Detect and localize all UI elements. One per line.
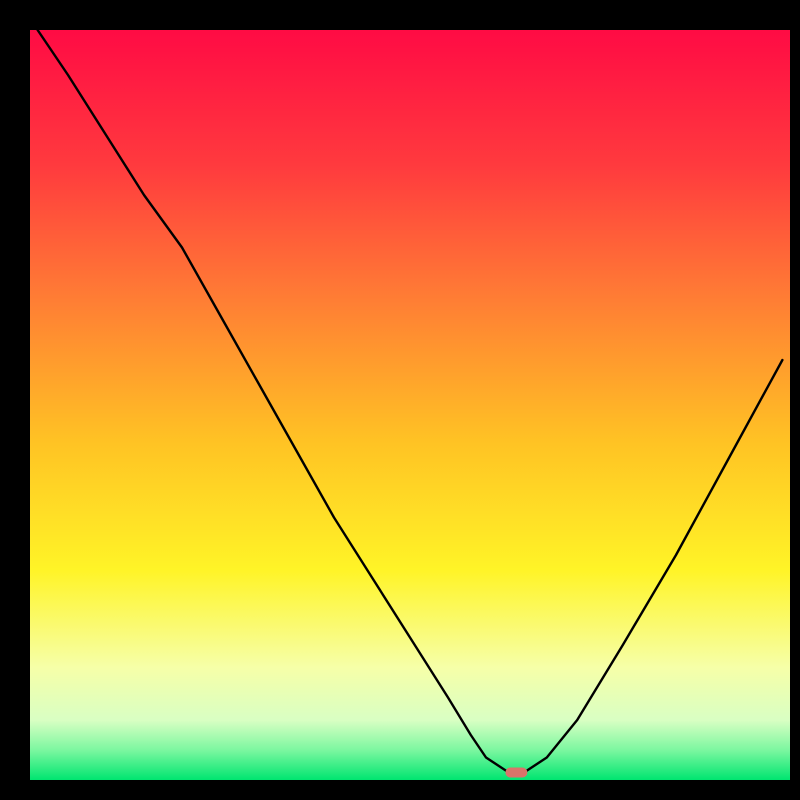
optimal-marker: [505, 768, 527, 778]
chart-frame: TheBottleneck.com: [0, 0, 800, 800]
bottleneck-plot: [0, 0, 800, 800]
border-left: [0, 0, 30, 800]
border-right: [790, 0, 800, 800]
border-top: [0, 0, 800, 30]
gradient-background: [30, 30, 790, 780]
border-bottom: [0, 780, 800, 800]
